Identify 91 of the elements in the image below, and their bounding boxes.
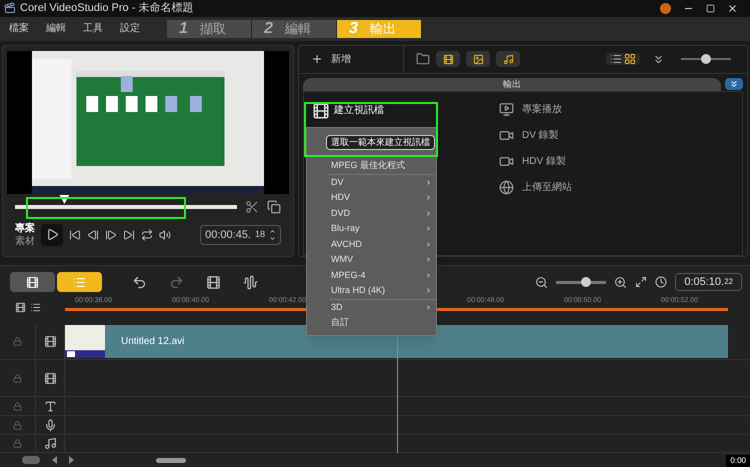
repeat-icon[interactable] bbox=[141, 228, 153, 241]
record-icon[interactable] bbox=[206, 274, 221, 290]
globe-icon[interactable] bbox=[499, 180, 514, 196]
tracks-icon[interactable] bbox=[15, 302, 26, 312]
photo-filter-button[interactable] bbox=[466, 51, 490, 68]
film-icon bbox=[442, 54, 454, 65]
add-label[interactable]: 新增 bbox=[331, 52, 351, 67]
image-icon bbox=[472, 54, 484, 65]
timecode-field[interactable]: 00:00:45. 18 bbox=[200, 224, 281, 245]
volume-icon[interactable] bbox=[159, 228, 171, 241]
window-title: Corel VideoStudio Pro - 未命名標題 bbox=[20, 1, 194, 16]
play-icon bbox=[46, 228, 58, 242]
menu-item[interactable]: 編輯 bbox=[46, 21, 66, 36]
menu-item[interactable]: 工具 bbox=[83, 21, 103, 36]
fit-icon[interactable] bbox=[635, 276, 648, 288]
lock-icon[interactable] bbox=[13, 439, 22, 448]
menu-entry[interactable]: Blu-ray bbox=[307, 221, 436, 236]
step-back-icon[interactable] bbox=[87, 228, 99, 241]
app-logo-icon bbox=[4, 2, 16, 14]
menu-entry[interactable]: Ultra HD (4K) bbox=[307, 283, 436, 298]
help-icon[interactable] bbox=[660, 2, 671, 14]
close-icon[interactable] bbox=[727, 2, 738, 14]
zoom-in-icon[interactable] bbox=[614, 276, 628, 288]
menu-item[interactable]: 檔案 bbox=[9, 21, 29, 36]
scissors-icon[interactable] bbox=[245, 200, 259, 214]
menu-entry[interactable]: MPEG-4 bbox=[307, 268, 436, 283]
tooltip: 選取一範本來建立視訊檔 bbox=[326, 135, 435, 150]
audio-filter-button[interactable] bbox=[496, 51, 520, 68]
size-slider-thumb[interactable] bbox=[701, 54, 711, 64]
voice-track-icon bbox=[44, 418, 56, 432]
menu-entry[interactable]: AVCHD bbox=[307, 236, 436, 252]
maximize-icon[interactable] bbox=[706, 4, 715, 13]
overlay-track-icon bbox=[44, 372, 56, 384]
up-icon[interactable] bbox=[269, 228, 276, 235]
copy-icon[interactable] bbox=[267, 200, 281, 214]
scroll-thumb[interactable] bbox=[156, 458, 186, 462]
film-reel-icon[interactable] bbox=[312, 102, 330, 120]
lock-icon[interactable] bbox=[13, 337, 22, 346]
redo-icon[interactable] bbox=[169, 274, 184, 290]
grid-view-icon[interactable] bbox=[624, 53, 636, 66]
menu-item[interactable]: 設定 bbox=[120, 21, 140, 36]
menu-entry[interactable]: DVD bbox=[307, 206, 436, 221]
option-label[interactable]: 專案播放 bbox=[522, 102, 562, 118]
position-label: 0:00 bbox=[726, 455, 750, 467]
lock-icon[interactable] bbox=[13, 402, 22, 410]
step-tab[interactable]: 2 編輯 bbox=[252, 20, 337, 38]
video-clip[interactable]: Untitled 12.avi bbox=[65, 325, 728, 358]
step-tab[interactable]: 1 擷取 bbox=[167, 20, 252, 38]
mode-label[interactable]: 素材 bbox=[15, 234, 35, 248]
lock-icon[interactable] bbox=[13, 374, 22, 382]
title-track-icon bbox=[44, 400, 56, 412]
track-list-icon[interactable] bbox=[30, 302, 41, 312]
menu-entry[interactable]: 3D bbox=[307, 300, 436, 315]
scroll-left-icon[interactable] bbox=[52, 456, 57, 464]
clock-icon[interactable] bbox=[655, 276, 668, 288]
add-icon[interactable] bbox=[311, 53, 323, 66]
option-label[interactable]: HDV 錄製 bbox=[522, 154, 566, 170]
music-track-icon bbox=[44, 437, 56, 450]
output-tab[interactable]: 輸出 bbox=[303, 78, 721, 91]
film-icon bbox=[26, 276, 39, 288]
menu-entry[interactable]: HDV bbox=[307, 190, 436, 206]
option-label[interactable]: 建立視訊檔 bbox=[334, 103, 384, 118]
zoom-slider-thumb[interactable] bbox=[581, 276, 592, 286]
duration-field[interactable]: 0:05:10.22 bbox=[675, 273, 742, 291]
option-label[interactable]: DV 錄製 bbox=[522, 128, 559, 144]
video-track-icon bbox=[44, 335, 56, 348]
skip-forward-icon[interactable] bbox=[123, 228, 135, 241]
menu-entry[interactable]: WMV bbox=[307, 252, 436, 268]
music-note-icon bbox=[502, 54, 514, 65]
play-button[interactable] bbox=[41, 224, 63, 246]
undo-icon[interactable] bbox=[132, 274, 147, 290]
folder-icon[interactable] bbox=[416, 52, 430, 66]
scroll-right-icon[interactable] bbox=[69, 456, 74, 464]
skip-back-icon[interactable] bbox=[69, 228, 81, 241]
double-chevron-icon bbox=[729, 79, 739, 90]
step-forward-icon[interactable] bbox=[105, 228, 117, 241]
collapse-button[interactable] bbox=[725, 78, 743, 90]
option-label[interactable]: 上傳至網站 bbox=[522, 180, 572, 196]
sort-icon[interactable] bbox=[652, 52, 665, 66]
menu-entry[interactable]: DV bbox=[307, 174, 436, 190]
video-filter-button[interactable] bbox=[436, 51, 460, 68]
monitor-play-icon[interactable] bbox=[499, 102, 514, 118]
lock-icon[interactable] bbox=[13, 420, 22, 430]
list-icon bbox=[73, 276, 86, 288]
down-icon[interactable] bbox=[269, 234, 276, 242]
zoom-out-icon[interactable] bbox=[535, 276, 548, 288]
waveform-icon[interactable] bbox=[243, 274, 258, 290]
mode-label[interactable]: 專案 bbox=[15, 222, 35, 235]
add-track-button[interactable] bbox=[22, 456, 40, 464]
storyboard-view-button[interactable] bbox=[10, 272, 55, 292]
menu-entry[interactable]: MPEG 最佳化程式 bbox=[307, 158, 436, 174]
